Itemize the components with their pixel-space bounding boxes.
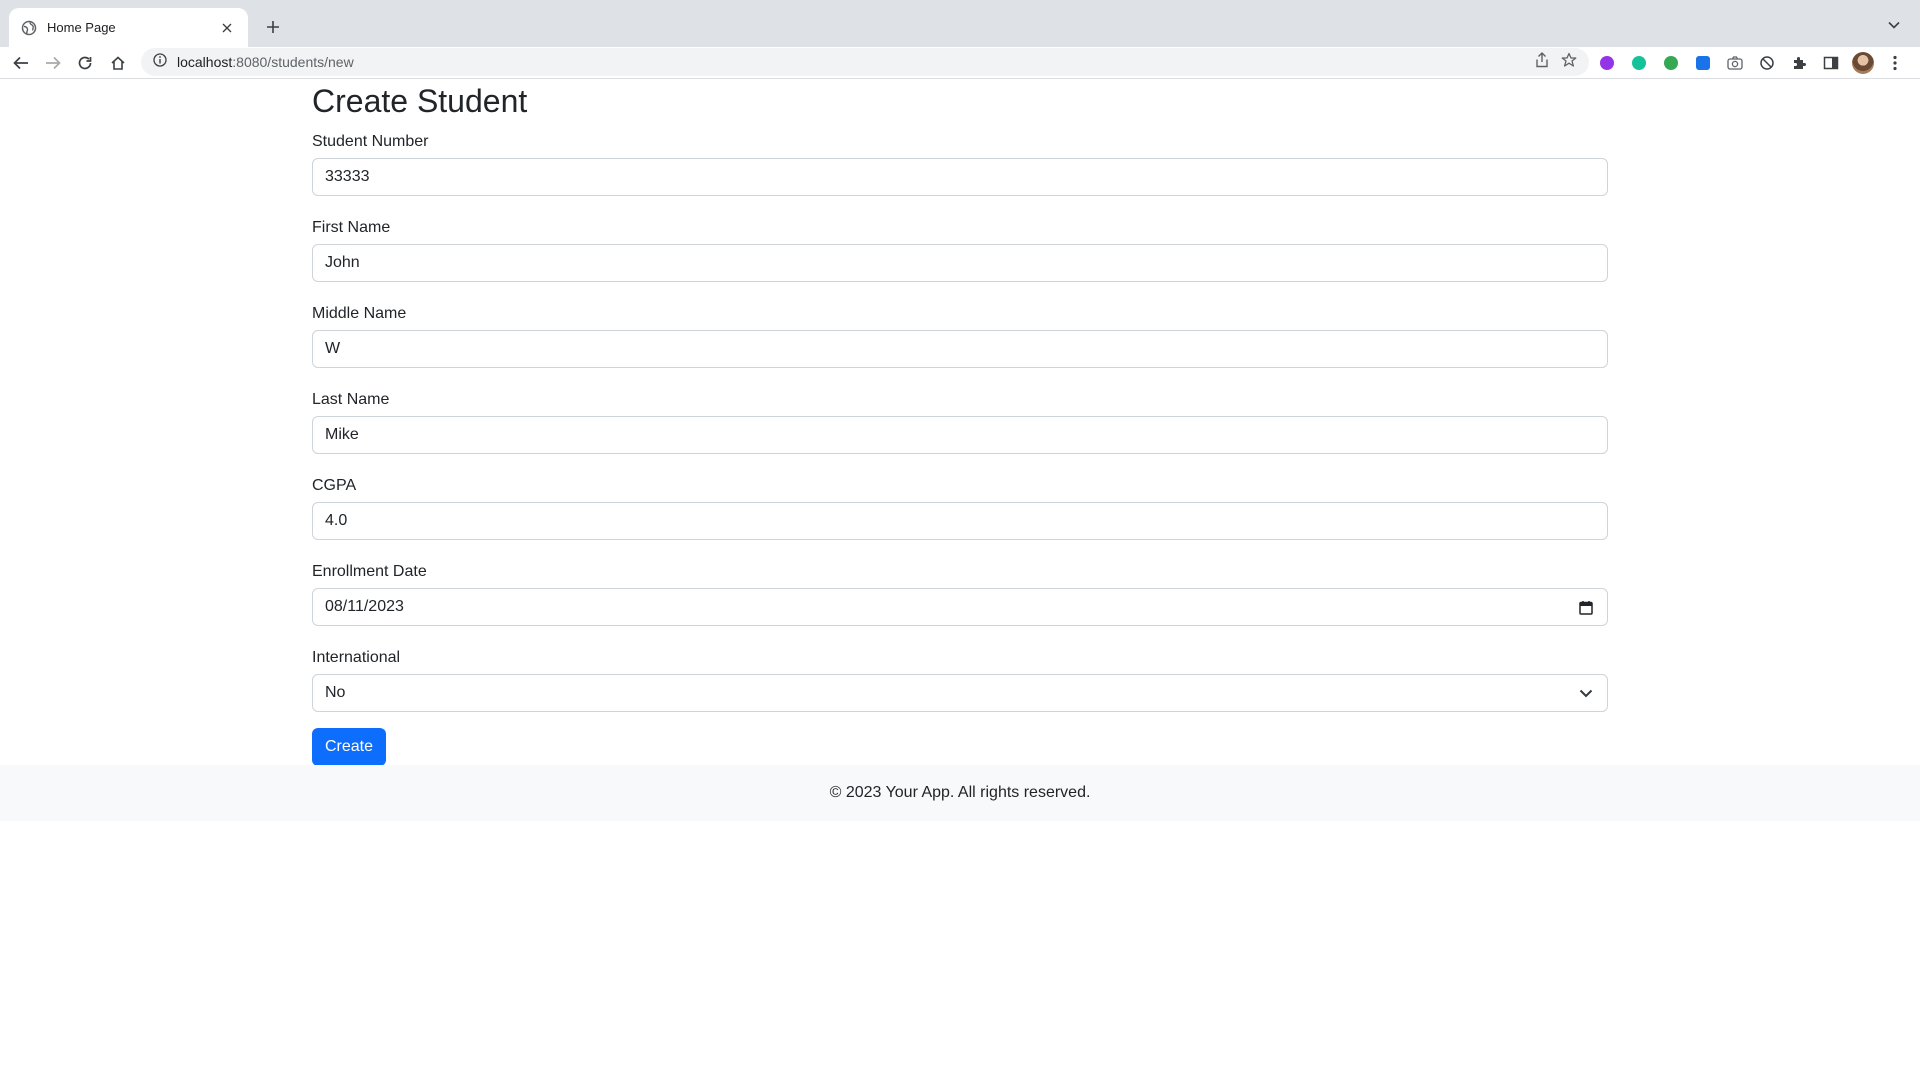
cgpa-input[interactable]: 4.0 (312, 502, 1608, 540)
middle-name-label: Middle Name (312, 305, 407, 322)
field-last-name: Last Name Mike (312, 386, 1608, 454)
chevron-down-icon (1577, 684, 1595, 702)
ext-dot-3 (1664, 56, 1678, 70)
cgpa-value: 4.0 (325, 512, 348, 529)
page-footer: © 2023 Your App. All rights reserved. (0, 765, 1920, 821)
globe-icon (21, 20, 37, 36)
extension-blue-icon[interactable] (1692, 52, 1714, 74)
home-icon[interactable] (104, 50, 132, 76)
browser-tabstrip: Home Page (0, 0, 1920, 47)
student-number-value: 33333 (325, 168, 370, 185)
site-info-icon[interactable] (153, 52, 167, 72)
page-title: Create Student (312, 83, 528, 119)
field-enrollment-date: Enrollment Date 08/11/2023 (312, 558, 1608, 626)
blocked-sync-icon[interactable] (1756, 52, 1778, 74)
extensions-area (1596, 50, 1906, 76)
side-panel-icon[interactable] (1820, 52, 1842, 74)
address-bar[interactable]: localhost:8080/students/new (141, 48, 1589, 76)
browser-toolbar: localhost:8080/students/new (0, 47, 1920, 79)
international-selected-value: No (325, 684, 346, 701)
cgpa-label: CGPA (312, 477, 357, 494)
ext-dot-4 (1696, 56, 1710, 70)
first-name-value: John (325, 254, 360, 271)
enrollment-date-value: 08/11/2023 (325, 598, 404, 615)
field-first-name: First Name John (312, 214, 1608, 282)
profile-avatar[interactable] (1852, 52, 1874, 74)
form-container: Create Student Student Number 33333 Firs… (312, 80, 1608, 766)
enrollment-date-label: Enrollment Date (312, 563, 427, 580)
avatar-image (1852, 52, 1874, 74)
international-select[interactable]: No (312, 674, 1608, 712)
last-name-label: Last Name (312, 391, 390, 408)
back-arrow-icon[interactable] (7, 50, 35, 76)
field-student-number: Student Number 33333 (312, 128, 1608, 196)
first-name-label: First Name (312, 219, 391, 236)
share-icon[interactable] (1535, 51, 1549, 73)
student-number-label: Student Number (312, 133, 429, 150)
student-number-input[interactable]: 33333 (312, 158, 1608, 196)
close-icon[interactable] (218, 19, 236, 37)
browser-tab[interactable]: Home Page (9, 8, 248, 47)
extension-green-icon[interactable] (1660, 52, 1682, 74)
middle-name-value: W (325, 340, 341, 357)
ext-dot-1 (1600, 56, 1614, 70)
field-international: International No (312, 644, 1608, 712)
browser-menu-kebab-icon[interactable] (1884, 52, 1906, 74)
enrollment-date-input[interactable]: 08/11/2023 (312, 588, 1608, 626)
create-button[interactable]: Create (312, 728, 387, 766)
last-name-value: Mike (325, 426, 359, 443)
forward-arrow-icon[interactable] (39, 50, 67, 76)
calendar-icon[interactable] (1577, 598, 1595, 616)
new-tab-plus-icon[interactable] (259, 13, 287, 41)
field-middle-name: Middle Name W (312, 300, 1608, 368)
field-cgpa: CGPA 4.0 (312, 472, 1608, 540)
last-name-input[interactable]: Mike (312, 416, 1608, 454)
extension-grammarly-icon[interactable] (1628, 52, 1650, 74)
tab-title: Home Page (47, 20, 116, 35)
footer-text: © 2023 Your App. All rights reserved. (829, 784, 1091, 801)
url-text: localhost:8080/students/new (177, 54, 1535, 70)
url-path: :8080/students/new (232, 54, 354, 70)
ext-dot-2 (1632, 56, 1646, 70)
extensions-puzzle-icon[interactable] (1788, 52, 1810, 74)
international-label: International (312, 649, 401, 666)
bookmark-star-icon[interactable] (1561, 52, 1577, 73)
tab-search-chevron-icon[interactable] (1880, 13, 1908, 37)
camera-icon[interactable] (1724, 52, 1746, 74)
reload-icon[interactable] (71, 50, 99, 76)
url-host: localhost (177, 54, 233, 70)
middle-name-input[interactable]: W (312, 330, 1608, 368)
first-name-input[interactable]: John (312, 244, 1608, 282)
extension-purple-icon[interactable] (1596, 52, 1618, 74)
page-body: Create Student Student Number 33333 Firs… (0, 80, 1920, 1074)
